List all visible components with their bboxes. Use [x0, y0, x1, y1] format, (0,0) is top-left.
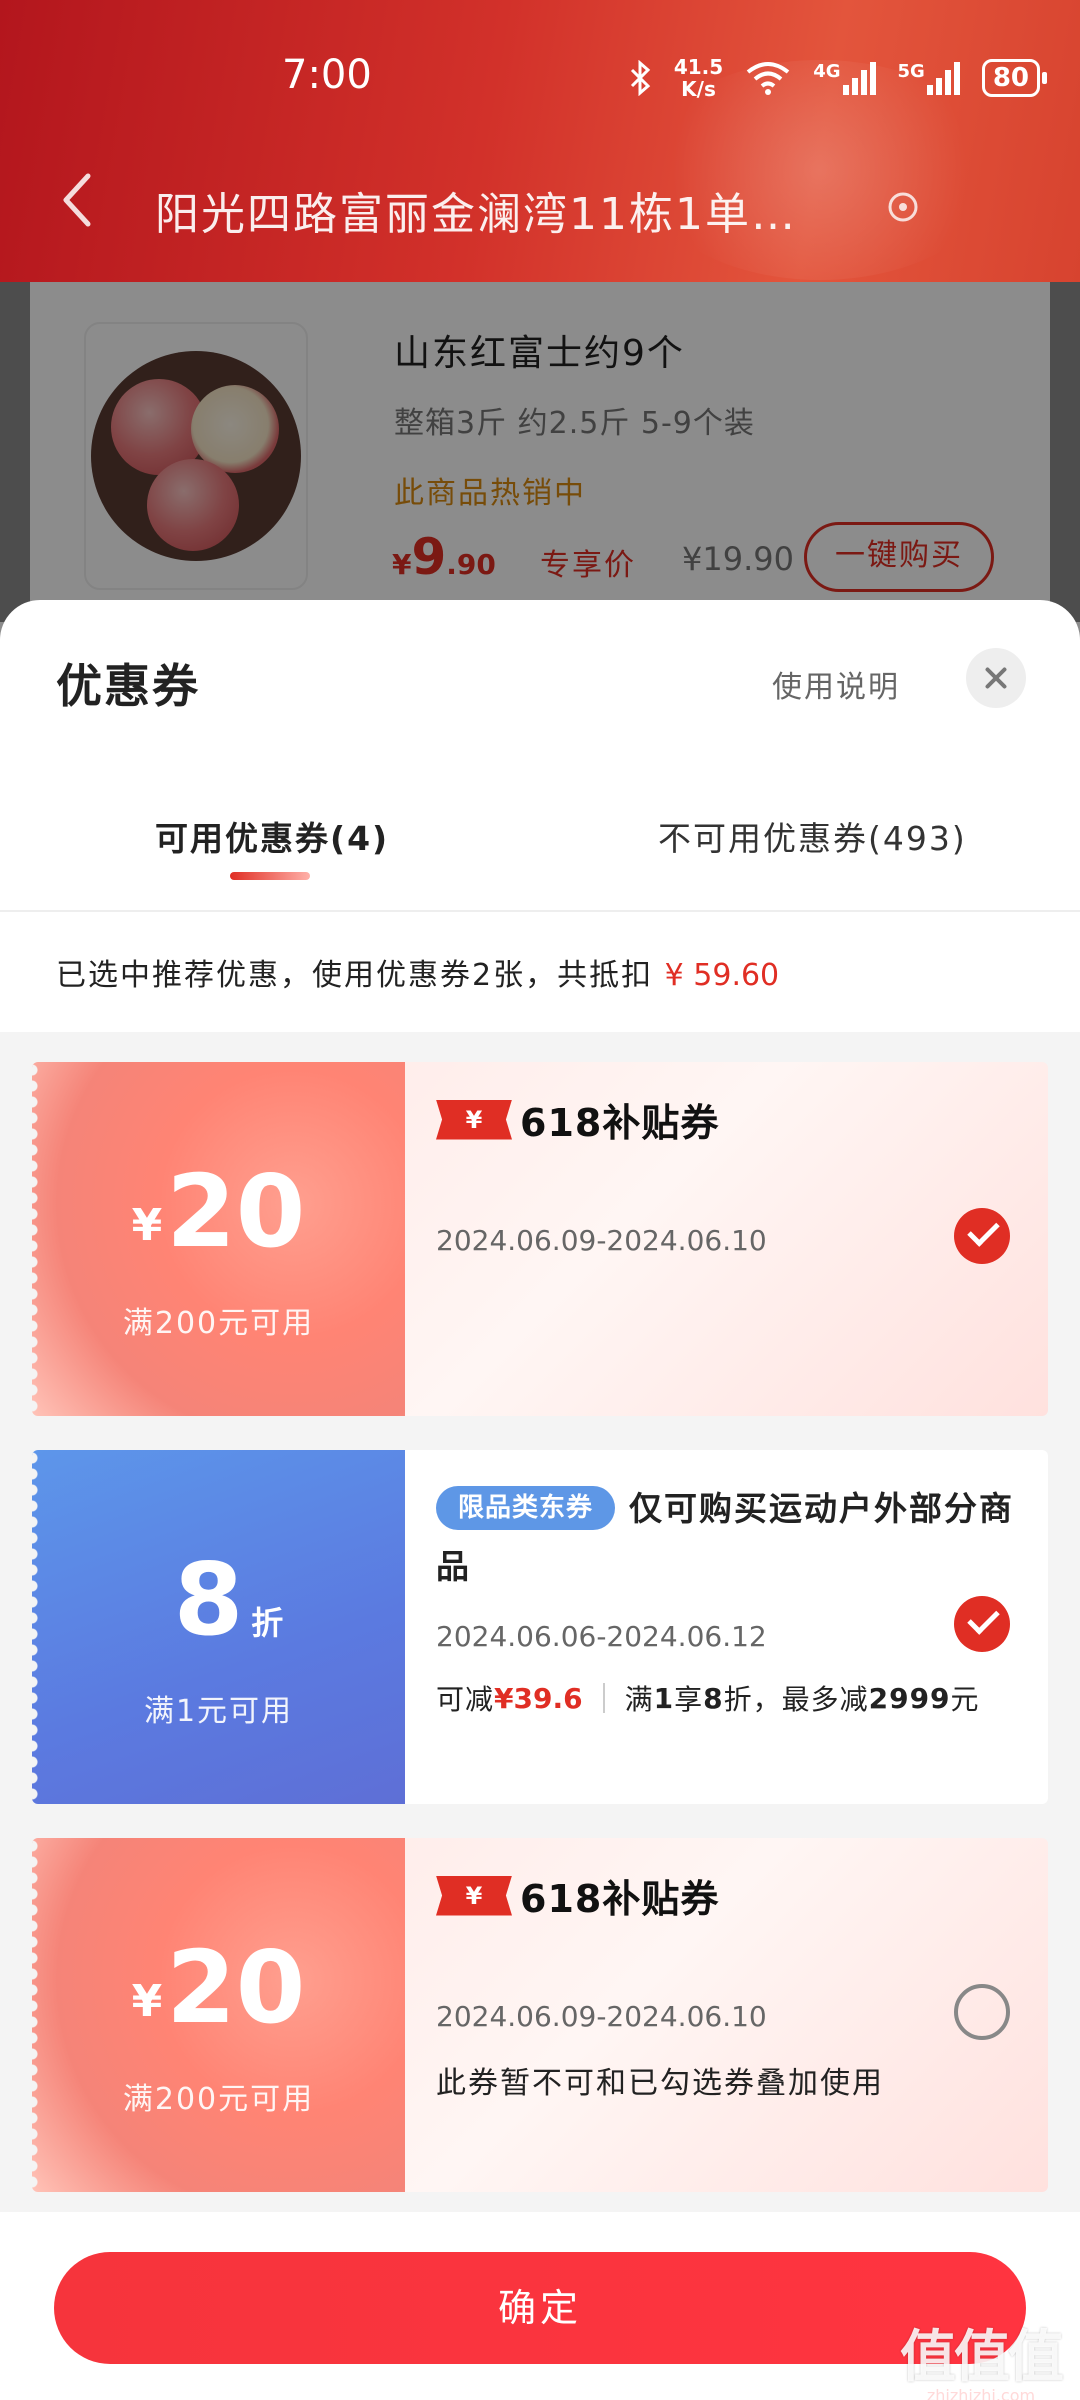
net-speed-unit: K/s	[681, 77, 716, 101]
coupon-amount: ¥20	[32, 1162, 405, 1276]
coupon-amount: 8折	[42, 1550, 415, 1673]
coupon-amount-value: 20	[166, 1153, 306, 1270]
status-icons: 41.5 K/s 4G 5G 80	[628, 56, 1048, 100]
dim-overlay[interactable]	[0, 282, 1080, 622]
divider	[0, 910, 1080, 912]
signal-5g-icon: 5G	[898, 61, 960, 95]
tab-available-coupons[interactable]: 可用优惠券(4)	[155, 812, 389, 860]
battery-icon: 80	[981, 59, 1048, 97]
separator	[602, 1683, 605, 1713]
coupon-card[interactable]: ¥20 满200元可用 ¥ 618补贴券 2024.06.09-2024.06.…	[32, 1838, 1048, 2192]
rule-prefix: 满	[624, 1683, 654, 1716]
badge-yen-icon: ¥	[436, 1875, 512, 1916]
coupon-currency: ¥	[131, 1200, 163, 1251]
signal-4g-icon: 4G	[813, 61, 876, 95]
summary-text: 已选中推荐优惠，使用优惠券2张，共抵扣	[56, 958, 654, 993]
signal-4g-label: 4G	[813, 61, 841, 82]
coupon-validity: 2024.06.09-2024.06.10	[436, 2000, 767, 2033]
rule-discount: 8	[703, 1681, 724, 1715]
rule-max: 2999	[868, 1681, 951, 1715]
status-bar: 7:00 41.5 K/s 4G 5G 80	[0, 0, 1080, 150]
watermark-main: 值值值	[900, 2325, 1064, 2390]
signal-5g-label: 5G	[897, 61, 925, 82]
coupon-amount-value: 8	[173, 1541, 244, 1658]
net-speed-value: 41.5	[673, 55, 724, 79]
close-icon[interactable]	[966, 648, 1026, 708]
location-pin-icon[interactable]	[886, 190, 920, 224]
category-pill: 限品类东券	[436, 1486, 616, 1530]
sheet-title: 优惠券	[56, 659, 200, 713]
header-bar: 7:00 41.5 K/s 4G 5G 80 阳光四路富丽金澜湾11栋1单…	[0, 0, 1080, 282]
badge-text: 618补贴券	[520, 1101, 720, 1145]
rule-mid: 享	[674, 1683, 704, 1716]
coupon-condition: 满200元可用	[122, 2082, 315, 2117]
usage-instructions-link[interactable]: 使用说明	[772, 662, 900, 706]
tab-unavailable-coupons[interactable]: 不可用优惠券(493)	[658, 812, 967, 860]
coupon-sheet: 优惠券 使用说明 可用优惠券(4) 不可用优惠券(493) 已选中推荐优惠，使用…	[0, 600, 1080, 2400]
badge-text: 618补贴券	[520, 1877, 720, 1921]
coupon-card[interactable]: 8折 满1元可用 限品类东券 仅可购买运动户外部分商品 2024.06.06-20…	[32, 1450, 1048, 1804]
unchecked-radio-icon[interactable]	[954, 1984, 1010, 2040]
status-time: 7:00	[282, 52, 372, 98]
coupon-note: 此券暂不可和已勾选券叠加使用	[436, 2066, 884, 2101]
coupon-condition: 满200元可用	[122, 1306, 315, 1341]
tab-indicator	[230, 872, 310, 880]
coupon-amount: ¥20	[32, 1938, 405, 2052]
wifi-icon	[746, 62, 790, 95]
coupon-value-panel: 8折 满1元可用	[32, 1450, 405, 1804]
subsidy-badge: ¥ 618补贴券	[436, 1868, 719, 1923]
coupon-value-panel: ¥20 满200元可用	[32, 1062, 405, 1416]
coupon-currency: ¥	[131, 1976, 163, 2027]
bluetooth-icon	[630, 60, 651, 96]
coupon-validity: 2024.06.09-2024.06.10	[436, 1224, 767, 1257]
coupon-card[interactable]: ¥20 满200元可用 ¥ 618补贴券 2024.06.09-2024.06.…	[32, 1062, 1048, 1416]
coupon-detail: 可减 ¥39.6 满 1 享 8 折，最多减 2999 元	[436, 1678, 980, 1718]
summary-amount: ¥ 59.60	[664, 958, 780, 993]
delivery-address[interactable]: 阳光四路富丽金澜湾11栋1单…	[155, 178, 797, 242]
coupon-title: 限品类东券 仅可购买运动户外部分商品	[436, 1480, 1016, 1596]
save-prefix: 可减	[436, 1683, 495, 1716]
net-speed: 41.5 K/s	[674, 56, 723, 100]
coupon-value-panel: ¥20 满200元可用	[32, 1838, 405, 2192]
checked-icon[interactable]	[954, 1596, 1010, 1652]
rule-min: 1	[653, 1681, 675, 1715]
coupon-unit: 折	[251, 1604, 284, 1642]
confirm-button[interactable]: 确定	[54, 2252, 1026, 2364]
badge-yen-icon: ¥	[436, 1099, 512, 1140]
save-amount: ¥39.6	[494, 1681, 583, 1715]
coupon-condition: 满1元可用	[143, 1694, 294, 1729]
coupon-amount-value: 20	[166, 1929, 306, 2046]
back-arrow-icon[interactable]	[58, 170, 98, 230]
coupon-list: ¥20 满200元可用 ¥ 618补贴券 2024.06.09-2024.06.…	[0, 1032, 1080, 2212]
discount-summary: 已选中推荐优惠，使用优惠券2张，共抵扣 ¥ 59.60	[56, 950, 779, 994]
rule-mid2: 折，最多减	[723, 1683, 869, 1716]
watermark-logo: 值值值 zhizhizhi.com	[900, 2325, 1064, 2400]
subsidy-badge: ¥ 618补贴券	[436, 1092, 719, 1147]
coupon-validity: 2024.06.06-2024.06.12	[436, 1620, 767, 1653]
rule-suffix: 元	[950, 1683, 980, 1716]
checked-icon[interactable]	[954, 1208, 1010, 1264]
coupon-tabs: 可用优惠券(4) 不可用优惠券(493)	[0, 800, 1080, 910]
